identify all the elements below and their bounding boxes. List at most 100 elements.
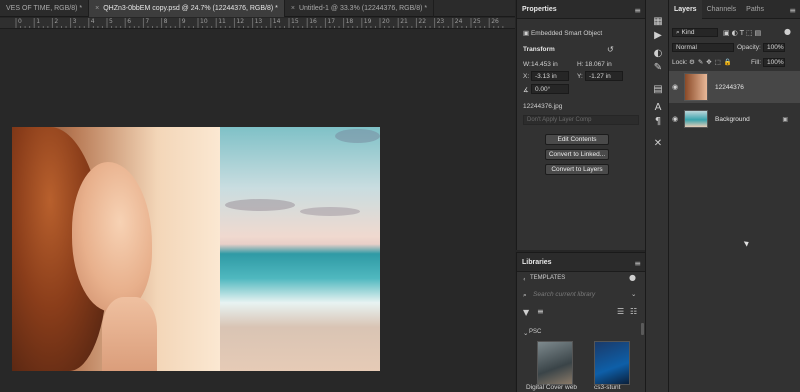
layer-thumbnail xyxy=(684,73,708,101)
opacity-label: Opacity: xyxy=(737,44,761,51)
doc-tab-2[interactable]: × QHZn3-0bbEM copy.psd @ 24.7% (12244376… xyxy=(89,0,285,17)
angle-field[interactable]: 0.00° xyxy=(531,84,569,94)
cloud-shape xyxy=(225,199,295,211)
filter-kind-label: Kind xyxy=(681,29,695,36)
ruler-number: 4 xyxy=(90,18,95,25)
opacity-field[interactable]: 100% xyxy=(763,43,785,52)
doc-tab-label: Untitled-1 @ 33.3% (12244376, RGB/8) * xyxy=(298,5,428,12)
y-field[interactable]: -1.27 in xyxy=(585,71,623,81)
document-tab-bar: VES OF TIME, RGB/8) * × QHZn3-0bbEM copy… xyxy=(0,0,515,17)
brush-icon[interactable]: ✎ xyxy=(652,62,664,74)
library-item-thumbnail[interactable] xyxy=(594,341,630,385)
reset-icon[interactable]: ↺ xyxy=(607,45,614,54)
close-icon[interactable]: × xyxy=(291,5,295,12)
width-value[interactable]: 14.453 in xyxy=(531,61,558,68)
character-icon[interactable]: A xyxy=(652,102,664,114)
paragraph-icon[interactable]: ¶ xyxy=(652,116,664,128)
lock-options-icons[interactable]: ⚙✎✥⬚🔒 xyxy=(689,58,735,66)
close-icon[interactable]: × xyxy=(95,5,99,12)
tools-icon[interactable]: ✕ xyxy=(652,138,664,150)
angle-icon: ∡ xyxy=(523,86,529,94)
layers-panel: Layers Channels Paths ≡ ⌕ Kind ▣◐T⬚▤ ● N… xyxy=(669,0,800,392)
list-view-icon[interactable]: ☰ xyxy=(617,307,624,316)
library-search-input[interactable]: Search current library xyxy=(533,291,595,298)
panel-menu-icon[interactable]: ≡ xyxy=(634,259,641,268)
ruler-number: 22 xyxy=(418,18,427,25)
filter-toggle-icon[interactable]: ● xyxy=(784,27,791,36)
panel-icon-strip: ▦ ▶ ◐ ✎ ▤ A ¶ ✕ xyxy=(645,0,669,392)
chevron-down-icon[interactable]: ⌄ xyxy=(523,329,528,337)
ruler-number: 2 xyxy=(54,18,59,25)
ruler-number: 11 xyxy=(218,18,226,25)
scrollbar[interactable] xyxy=(641,323,644,335)
ruler-number: 7 xyxy=(145,18,150,25)
properties-header: Properties ≡ xyxy=(517,0,645,19)
ruler-number: 8 xyxy=(163,18,168,25)
convert-to-layers-button[interactable]: Convert to Layers xyxy=(545,164,609,175)
doc-tab-1[interactable]: VES OF TIME, RGB/8) * xyxy=(0,0,90,17)
actions-play-icon[interactable]: ▶ xyxy=(652,30,664,42)
canvas-area[interactable] xyxy=(0,29,515,392)
history-icon[interactable]: ▦ xyxy=(652,16,664,28)
search-icon: ⌕ xyxy=(676,28,680,36)
height-value[interactable]: 18.067 in xyxy=(585,61,612,68)
layer-row-background[interactable]: ◉ Background ▣ xyxy=(669,108,800,130)
ruler-number: 15 xyxy=(291,18,299,25)
face-shape xyxy=(72,162,152,312)
fill-field[interactable]: 100% xyxy=(763,58,785,67)
lock-label: Lock: xyxy=(672,59,688,66)
layer-thumbnail xyxy=(684,110,708,128)
fill-label: Fill: xyxy=(751,59,762,66)
cloud-shape xyxy=(300,207,360,216)
ruler-number: 12 xyxy=(236,18,245,25)
edit-contents-button[interactable]: Edit Contents xyxy=(545,134,609,145)
templates-label[interactable]: TEMPLATES xyxy=(530,275,565,281)
ruler-number: 17 xyxy=(327,18,336,25)
sort-icon[interactable]: ≡ xyxy=(537,307,544,316)
convert-to-linked-button[interactable]: Convert to Linked... xyxy=(545,149,609,160)
doc-tab-label: QHZn3-0bbEM copy.psd @ 24.7% (12244376, … xyxy=(103,5,278,12)
chevron-down-icon[interactable]: ⌄ xyxy=(631,290,636,298)
tab-layers[interactable]: Layers xyxy=(669,0,702,19)
library-group-label: PSC xyxy=(529,329,542,335)
smart-object-icon: ▣ xyxy=(523,29,530,37)
layer-filter-icons[interactable]: ▣◐T⬚▤ xyxy=(723,29,763,37)
filter-kind-select[interactable]: ⌕ Kind xyxy=(672,28,718,37)
back-chevron-icon[interactable]: ‹ xyxy=(523,275,526,283)
tab-libraries[interactable]: Libraries xyxy=(522,259,552,266)
cloud-shape xyxy=(335,129,380,143)
blend-mode-select[interactable]: Normal xyxy=(672,43,734,52)
swatches-icon[interactable]: ▤ xyxy=(652,84,664,96)
x-label: X: xyxy=(523,73,530,80)
filename-label: 12244376.jpg xyxy=(523,103,563,110)
library-item-label: cs3-stunt xyxy=(594,384,621,391)
layer-row-12244376[interactable]: ◉ 12244376 xyxy=(669,71,800,103)
ruler-number: 0 xyxy=(18,18,22,25)
filter-icon[interactable]: ▼ xyxy=(523,308,529,317)
user-icon[interactable]: ● xyxy=(629,273,636,282)
ruler-number: 26 xyxy=(491,18,499,25)
document-image[interactable] xyxy=(12,127,380,371)
library-item-thumbnail[interactable] xyxy=(537,341,573,385)
panel-menu-icon[interactable]: ≡ xyxy=(789,6,796,15)
visibility-eye-icon[interactable]: ◉ xyxy=(669,83,681,91)
x-field[interactable]: -3.13 in xyxy=(531,71,569,81)
adjustments-icon[interactable]: ◐ xyxy=(652,48,664,60)
object-type-row: ▣ Embedded Smart Object xyxy=(523,29,602,37)
ruler-number: 24 xyxy=(454,18,463,25)
tab-properties[interactable]: Properties xyxy=(522,6,557,13)
visibility-eye-icon[interactable]: ◉ xyxy=(669,115,681,123)
ruler-number: 25 xyxy=(473,18,481,25)
doc-tab-3[interactable]: × Untitled-1 @ 33.3% (12244376, RGB/8) * xyxy=(285,0,435,17)
layer-comp-select: Don't Apply Layer Comp xyxy=(523,115,639,125)
tab-channels[interactable]: Channels xyxy=(702,0,742,19)
ruler-number: 21 xyxy=(400,18,408,25)
panel-menu-icon[interactable]: ≡ xyxy=(634,6,641,15)
grid-view-icon[interactable]: ☷ xyxy=(630,307,637,316)
layer-name: 12244376 xyxy=(715,83,744,91)
tab-paths[interactable]: Paths xyxy=(741,0,769,19)
w-label: W: xyxy=(523,61,531,68)
ruler-number: 3 xyxy=(72,18,77,25)
libraries-header: Libraries ≡ xyxy=(517,253,645,272)
horizontal-ruler[interactable]: 0 1 2 3 4 5 6 7 8 9 10 11 12 13 14 15 16 17 18 19 20 21 22 23 24… xyxy=(0,18,515,29)
